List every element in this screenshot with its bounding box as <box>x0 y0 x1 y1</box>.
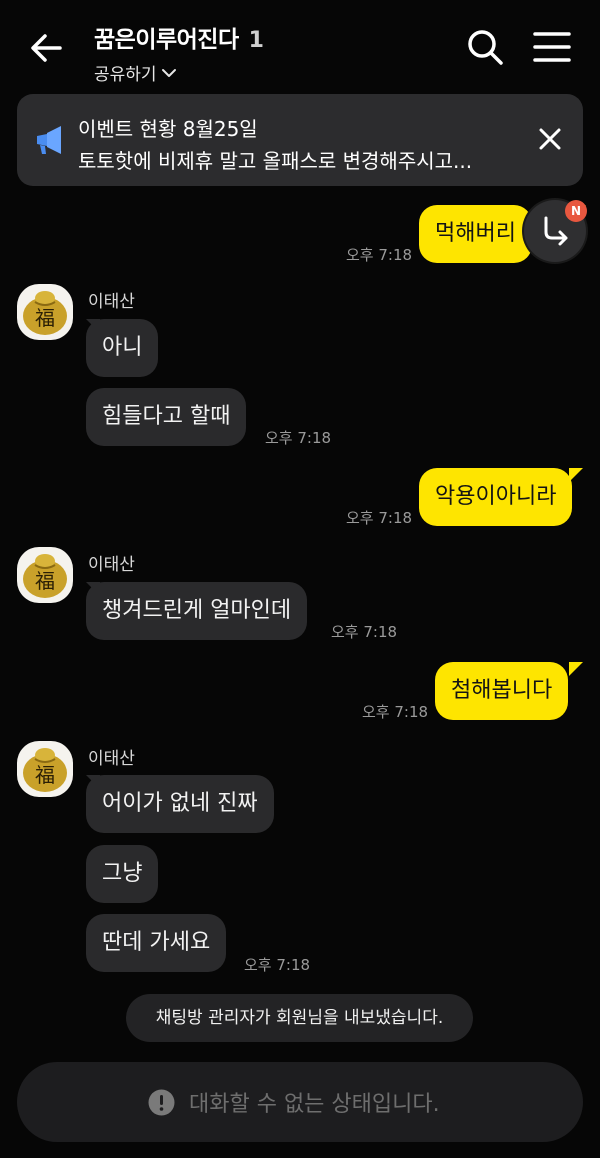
lucky-bag-icon: 福 <box>23 554 67 598</box>
chat-header: 꿈은이루어진다 1 공유하기 <box>0 0 600 92</box>
member-count: 1 <box>248 28 264 53</box>
notice-text: 토토핫에 비제휴 말고 올패스로 변경해주시고... <box>78 149 473 173</box>
message-time: 오후 7:18 <box>346 509 413 527</box>
title-row: 꿈은이루어진다 1 <box>94 20 264 54</box>
close-icon[interactable] <box>535 124 565 154</box>
avatar[interactable]: 福 <box>17 284 73 340</box>
my-message-bubble[interactable]: 악용이아니라 <box>419 468 573 526</box>
notice-title: 이벤트 현황 8월25일 <box>78 117 258 141</box>
title-area: 꿈은이루어진다 1 공유하기 <box>94 20 264 85</box>
my-message-bubble[interactable]: 첨해봅니다 <box>435 662 569 720</box>
system-message: 채팅방 관리자가 회원님을 내보냈습니다. <box>126 994 473 1042</box>
back-arrow-icon[interactable] <box>26 28 66 68</box>
other-message-bubble[interactable]: 힘들다고 할때 <box>86 388 247 446</box>
chevron-down-icon <box>161 68 176 77</box>
svg-text:福: 福 <box>35 306 55 330</box>
other-message-bubble[interactable]: 아니 <box>86 319 159 377</box>
my-message-bubble[interactable]: 먹해버리 <box>419 205 532 263</box>
new-badge: N <box>565 200 587 222</box>
bubble-tail <box>569 662 583 676</box>
input-status-text: 대화할 수 없는 상태입니다. <box>189 1092 440 1117</box>
sender-name: 이태산 <box>88 555 135 575</box>
other-message-bubble[interactable]: 딴데 가세요 <box>86 914 227 972</box>
avatar[interactable]: 福 <box>17 547 73 603</box>
other-message-bubble[interactable]: 그냥 <box>86 845 159 903</box>
megaphone-icon <box>37 126 61 154</box>
message-time: 오후 7:18 <box>244 956 311 974</box>
lucky-bag-icon: 福 <box>23 291 67 335</box>
bubble-tail <box>569 468 583 482</box>
avatar[interactable]: 福 <box>17 741 73 797</box>
reply-arrow-icon <box>544 216 568 246</box>
message-time: 오후 7:18 <box>346 246 413 264</box>
sender-name: 이태산 <box>88 292 135 312</box>
other-message-bubble[interactable]: 챙겨드린게 얼마인데 <box>86 582 308 640</box>
svg-text:福: 福 <box>35 569 55 593</box>
other-message-bubble[interactable]: 어이가 없네 진짜 <box>86 775 274 833</box>
menu-icon[interactable] <box>532 30 572 64</box>
alert-circle-icon <box>148 1089 175 1116</box>
svg-text:福: 福 <box>35 763 55 787</box>
sender-name: 이태산 <box>88 749 135 769</box>
message-time: 오후 7:18 <box>362 703 429 721</box>
message-time: 오후 7:18 <box>265 429 332 447</box>
search-icon[interactable] <box>466 28 504 66</box>
share-label: 공유하기 <box>94 65 157 85</box>
lucky-bag-icon: 福 <box>23 748 67 792</box>
share-button[interactable]: 공유하기 <box>94 60 264 85</box>
message-time: 오후 7:18 <box>331 623 398 641</box>
room-title: 꿈은이루어진다 <box>94 27 239 53</box>
